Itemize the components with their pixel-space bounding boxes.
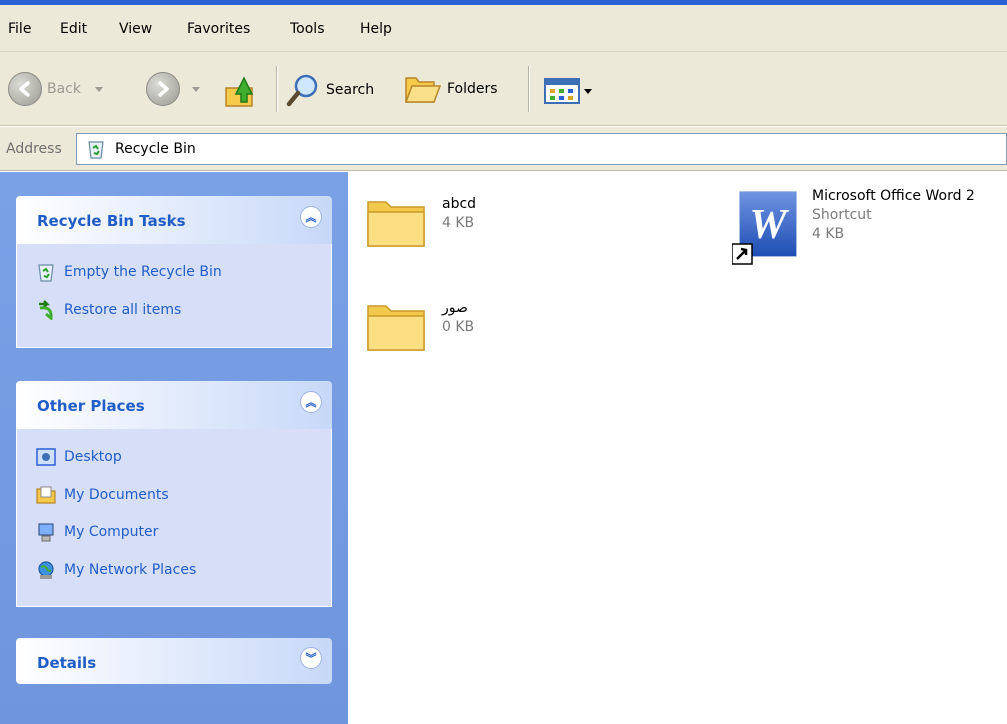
file-item-abcd[interactable]: abcd 4 KB bbox=[366, 196, 476, 250]
place-label: My Computer bbox=[64, 524, 159, 540]
other-places-body: Desktop My Documents My Computer My Netw… bbox=[16, 429, 332, 607]
views-icon bbox=[544, 78, 580, 104]
back-button[interactable]: Back bbox=[8, 72, 103, 106]
expand-chevron-icon[interactable]: ︾ bbox=[300, 647, 322, 669]
up-folder-icon bbox=[225, 76, 254, 107]
place-my-network-places[interactable]: My Network Places bbox=[36, 560, 196, 580]
address-value: Recycle Bin bbox=[115, 141, 196, 157]
empty-bin-icon bbox=[38, 264, 54, 282]
my-documents-icon bbox=[36, 486, 56, 504]
place-desktop[interactable]: Desktop bbox=[36, 447, 122, 467]
search-icon bbox=[286, 74, 318, 107]
file-list-view: abcd 4 KB صور 0 KB W Microsoft Office Wo… bbox=[348, 172, 1007, 724]
file-item-word-shortcut[interactable]: W Microsoft Office Word 2 Shortcut 4 KB bbox=[731, 188, 975, 272]
folder-icon bbox=[367, 201, 425, 247]
menu-file[interactable]: File bbox=[8, 21, 31, 37]
task-restore-all-items[interactable]: Restore all items bbox=[36, 300, 181, 320]
place-label: My Network Places bbox=[64, 562, 197, 578]
forward-dropdown-icon[interactable] bbox=[192, 86, 200, 92]
other-places-title: Other Places bbox=[37, 397, 145, 415]
forward-arrow-icon bbox=[146, 72, 180, 106]
svg-text:W: W bbox=[749, 202, 789, 248]
task-pane: Recycle Bin Tasks ︽ Empty the Recycle Bi… bbox=[0, 172, 348, 724]
search-button[interactable]: Search bbox=[285, 72, 374, 108]
file-name: صور bbox=[442, 300, 468, 316]
menu-help[interactable]: Help bbox=[360, 21, 392, 37]
toolbar-separator bbox=[276, 66, 278, 112]
file-name: abcd bbox=[442, 196, 477, 212]
task-label: Restore all items bbox=[64, 302, 182, 318]
recycle-bin-tasks-title: Recycle Bin Tasks bbox=[37, 212, 186, 230]
other-places-header[interactable]: Other Places ︽ bbox=[16, 381, 332, 429]
forward-button[interactable] bbox=[146, 72, 200, 106]
task-empty-recycle-bin[interactable]: Empty the Recycle Bin bbox=[36, 262, 222, 282]
folder-icon bbox=[367, 305, 425, 351]
details-title: Details bbox=[37, 654, 97, 672]
place-label: My Documents bbox=[64, 487, 169, 503]
menu-edit[interactable]: Edit bbox=[60, 21, 87, 37]
task-label: Empty the Recycle Bin bbox=[64, 264, 222, 280]
file-size: 0 KB bbox=[442, 319, 475, 335]
search-label: Search bbox=[326, 82, 375, 98]
recycle-bin-tasks-header[interactable]: Recycle Bin Tasks ︽ bbox=[16, 196, 332, 244]
back-dropdown-icon[interactable] bbox=[95, 86, 103, 92]
views-dropdown-icon[interactable] bbox=[584, 88, 592, 94]
place-my-documents[interactable]: My Documents bbox=[36, 485, 169, 505]
file-name: Microsoft Office Word 2 bbox=[812, 188, 975, 204]
menu-favorites[interactable]: Favorites bbox=[187, 21, 250, 37]
file-size: 4 KB bbox=[442, 215, 475, 231]
address-field[interactable]: Recycle Bin bbox=[76, 133, 1007, 165]
recycle-bin-tasks-body: Empty the Recycle Bin Restore all items bbox=[16, 244, 332, 348]
folders-button[interactable]: Folders bbox=[404, 72, 498, 106]
desktop-icon bbox=[36, 448, 56, 466]
place-my-computer[interactable]: My Computer bbox=[36, 522, 158, 542]
place-label: Desktop bbox=[64, 449, 122, 465]
toolbar-separator bbox=[528, 66, 530, 112]
recycle-bin-icon bbox=[88, 141, 104, 159]
details-header[interactable]: Details ︾ bbox=[16, 638, 332, 684]
network-places-icon bbox=[38, 561, 54, 579]
address-label: Address bbox=[6, 141, 62, 157]
my-computer-icon bbox=[38, 523, 54, 542]
menu-view[interactable]: View bbox=[119, 21, 152, 37]
folders-label: Folders bbox=[447, 81, 498, 97]
standard-toolbar: Back Search Folders bbox=[0, 52, 1007, 126]
back-label: Back bbox=[47, 81, 81, 97]
collapse-chevron-icon[interactable]: ︽ bbox=[300, 206, 322, 228]
file-size: 4 KB bbox=[812, 226, 845, 242]
file-item-suwar[interactable]: صور 0 KB bbox=[366, 300, 474, 354]
back-arrow-icon bbox=[8, 72, 42, 106]
address-bar: Address Recycle Bin bbox=[0, 127, 1007, 171]
collapse-chevron-icon[interactable]: ︽ bbox=[300, 391, 322, 413]
word-shortcut-icon: W bbox=[731, 188, 800, 272]
menu-bar: File Edit View Favorites Tools Help bbox=[0, 5, 1007, 52]
menu-tools[interactable]: Tools bbox=[290, 21, 325, 37]
folders-icon bbox=[404, 77, 442, 103]
views-button[interactable] bbox=[544, 78, 592, 104]
restore-arrow-icon bbox=[39, 300, 53, 320]
file-type: Shortcut bbox=[812, 207, 872, 223]
up-folder-button[interactable] bbox=[222, 70, 262, 110]
